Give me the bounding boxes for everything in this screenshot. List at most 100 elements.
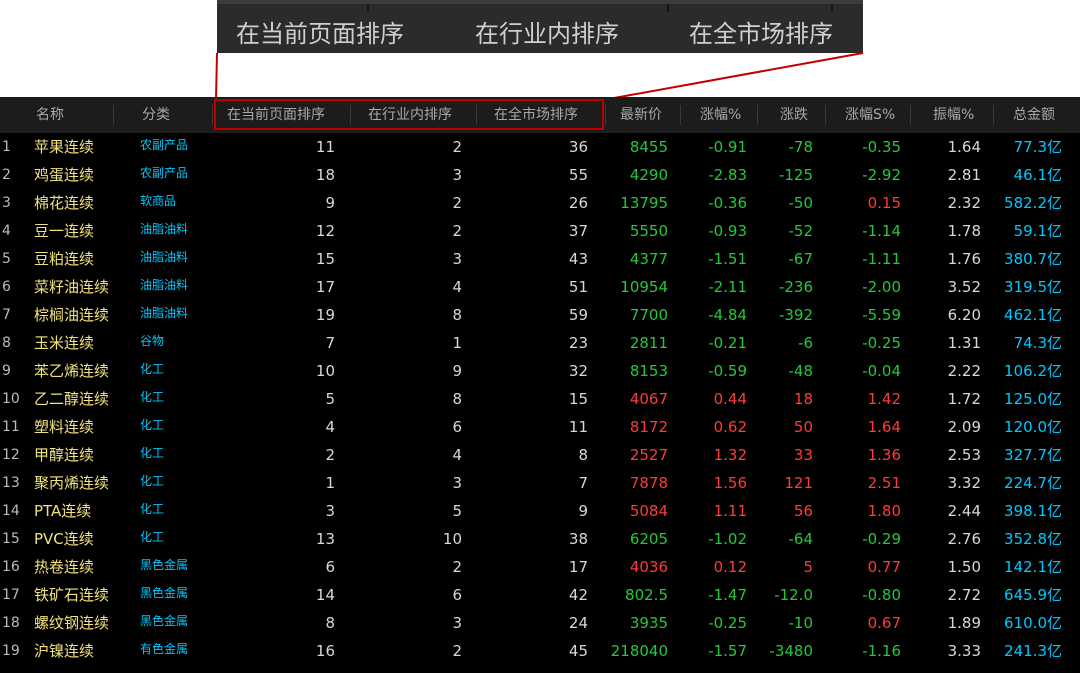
rank-industry: 2 xyxy=(452,194,462,212)
header-pct[interactable]: 涨幅% xyxy=(700,97,741,133)
change-pct-5s: 1.42 xyxy=(867,390,901,408)
table-row[interactable]: 8 玉米连续 谷物 7 1 23 2811 -0.21 -6 -0.25 1.31 74.3亿 xyxy=(0,329,1080,357)
change-pct-5s: 1.36 xyxy=(867,446,901,464)
contract-name: 乙二醇连续 xyxy=(34,390,110,408)
change-value: -48 xyxy=(788,362,814,380)
table-row[interactable]: 2 鸡蛋连续 农副产品 18 3 55 4290 -2.83 -125 -2.92 2.81 46.1… xyxy=(0,161,1080,189)
latest-price: 802.5 xyxy=(625,586,668,604)
rank-industry: 5 xyxy=(452,502,462,520)
change-value: -78 xyxy=(788,138,814,156)
row-index: 10 xyxy=(2,391,20,407)
latest-price: 8455 xyxy=(629,138,668,156)
category-label: 化工 xyxy=(140,418,165,432)
contract-name: 棉花连续 xyxy=(34,194,95,212)
table-row[interactable]: 11 塑料连续 化工 4 6 11 8172 0.62 50 1.64 2.09 120.0亿 xyxy=(0,413,1080,441)
row-index: 6 xyxy=(2,279,11,295)
table-row[interactable]: 12 甲醇连续 化工 2 4 8 2527 1.32 33 1.36 2.53 327.7亿 xyxy=(0,441,1080,469)
change-value: 121 xyxy=(784,474,813,492)
table-row[interactable]: 7 棕榈油连续 油脂油料 19 8 59 7700 -4.84 -392 -5.59 6.20 462… xyxy=(0,301,1080,329)
latest-price: 218040 xyxy=(610,642,668,660)
latest-price: 5084 xyxy=(629,502,668,520)
latest-price: 8172 xyxy=(629,418,668,436)
change-pct: 0.12 xyxy=(713,558,747,576)
change-pct: -0.59 xyxy=(708,362,747,380)
rank-industry: 6 xyxy=(452,586,462,604)
rank-market: 9 xyxy=(578,502,588,520)
header-separator xyxy=(993,105,994,125)
table-row[interactable]: 5 豆粕连续 油脂油料 15 3 43 4377 -1.51 -67 -1.11 1.76 380.7… xyxy=(0,245,1080,273)
row-index: 17 xyxy=(2,587,20,603)
change-pct-5s: -2.00 xyxy=(862,278,901,296)
category-label: 农副产品 xyxy=(140,166,189,180)
header-separator xyxy=(825,105,826,125)
total-amount: 398.1亿 xyxy=(1004,502,1062,520)
header-pct5s[interactable]: 涨幅S% xyxy=(845,97,895,133)
callout-separator xyxy=(667,4,669,12)
row-index: 4 xyxy=(2,223,11,239)
row-index: 9 xyxy=(2,363,11,379)
table-row[interactable]: 4 豆一连续 油脂油料 12 2 37 5550 -0.93 -52 -1.14 1.78 59.1亿 xyxy=(0,217,1080,245)
total-amount: 241.3亿 xyxy=(1004,642,1062,660)
rank-market: 32 xyxy=(568,362,588,380)
header-rank-industry[interactable]: 在行业内排序 xyxy=(368,97,452,133)
table-row[interactable]: 6 菜籽油连续 油脂油料 17 4 51 10954 -2.11 -236 -2.00 3.52 31… xyxy=(0,273,1080,301)
category-label: 油脂油料 xyxy=(140,250,189,264)
header-total[interactable]: 总金额 xyxy=(1013,97,1055,133)
table-row[interactable]: 14 PTA连续 化工 3 5 9 5084 1.11 56 1.80 2.44 398.1亿 xyxy=(0,497,1080,525)
change-pct: 0.44 xyxy=(713,390,747,408)
total-amount: 582.2亿 xyxy=(1004,194,1062,212)
table-row[interactable]: 3 棉花连续 软商品 9 2 26 13795 -0.36 -50 0.15 2.32 582.2亿 xyxy=(0,189,1080,217)
change-value: -236 xyxy=(778,278,813,296)
table-row[interactable]: 13 聚丙烯连续 化工 1 3 7 7878 1.56 121 2.51 3.32 224.7亿 xyxy=(0,469,1080,497)
table-row[interactable]: 19 沪镍连续 有色金属 16 2 45 218040 -1.57 -3480 -1.16 3.33… xyxy=(0,637,1080,665)
amplitude: 2.09 xyxy=(947,418,981,436)
latest-price: 6205 xyxy=(629,530,668,548)
table-row[interactable]: 16 热卷连续 黑色金属 6 2 17 4036 0.12 5 0.77 1.50 142.1亿 xyxy=(0,553,1080,581)
header-change[interactable]: 涨跌 xyxy=(780,97,808,133)
header-category[interactable]: 分类 xyxy=(142,97,170,133)
header-amplitude[interactable]: 振幅% xyxy=(933,97,974,133)
header-price[interactable]: 最新价 xyxy=(620,97,662,133)
table-row[interactable]: 18 螺纹钢连续 黑色金属 8 3 24 3935 -0.25 -10 0.67 1.89 610.0… xyxy=(0,609,1080,637)
rank-industry: 4 xyxy=(452,446,462,464)
change-pct-5s: 1.64 xyxy=(867,418,901,436)
change-pct: 1.11 xyxy=(713,502,747,520)
header-rank-market[interactable]: 在全市场排序 xyxy=(494,97,578,133)
contract-name: 沪镍连续 xyxy=(34,642,95,660)
header-name[interactable]: 名称 xyxy=(36,97,64,133)
table-row[interactable]: 15 PVC连续 化工 13 10 38 6205 -1.02 -64 -0.29 2.76 352.… xyxy=(0,525,1080,553)
category-label: 黑色金属 xyxy=(140,558,189,572)
rank-market: 42 xyxy=(568,586,588,604)
table-row[interactable]: 1 苹果连续 农副产品 11 2 36 8455 -0.91 -78 -0.35 1.64 77.3亿 xyxy=(0,133,1080,161)
quote-table: 名称 分类 在当前页面排序 在行业内排序 在全市场排序 最新价 涨幅% 涨跌 涨… xyxy=(0,97,1080,673)
change-pct: -4.84 xyxy=(708,306,747,324)
table-row[interactable]: 17 铁矿石连续 黑色金属 14 6 42 802.5 -1.47 -12.0 -0.80 2.72… xyxy=(0,581,1080,609)
amplitude: 3.33 xyxy=(947,642,981,660)
category-label: 化工 xyxy=(140,474,165,488)
amplitude: 2.44 xyxy=(947,502,981,520)
rank-industry: 1 xyxy=(452,334,462,352)
latest-price: 13795 xyxy=(620,194,668,212)
category-label: 化工 xyxy=(140,446,165,460)
rank-page: 18 xyxy=(315,166,335,184)
rank-industry: 2 xyxy=(452,138,462,156)
latest-price: 2527 xyxy=(629,446,668,464)
change-pct-5s: 1.80 xyxy=(867,502,901,520)
contract-name: 螺纹钢连续 xyxy=(34,614,110,632)
total-amount: 46.1亿 xyxy=(1013,166,1062,184)
header-separator xyxy=(476,105,477,125)
amplitude: 1.31 xyxy=(947,334,981,352)
rank-industry: 8 xyxy=(452,306,462,324)
change-value: 33 xyxy=(793,446,813,464)
rank-page: 17 xyxy=(315,278,335,296)
table-row[interactable]: 10 乙二醇连续 化工 5 8 15 4067 0.44 18 1.42 1.72 125.0亿 xyxy=(0,385,1080,413)
rank-market: 11 xyxy=(568,418,588,436)
row-index: 1 xyxy=(2,139,11,155)
latest-price: 3935 xyxy=(629,614,668,632)
amplitude: 1.50 xyxy=(947,558,981,576)
rank-page: 19 xyxy=(315,306,335,324)
table-row[interactable]: 9 苯乙烯连续 化工 10 9 32 8153 -0.59 -48 -0.04 2.22 106.2亿 xyxy=(0,357,1080,385)
rank-page: 2 xyxy=(325,446,335,464)
callout-label-rank-market: 在全市场排序 xyxy=(689,20,833,48)
header-rank-page[interactable]: 在当前页面排序 xyxy=(227,97,325,133)
